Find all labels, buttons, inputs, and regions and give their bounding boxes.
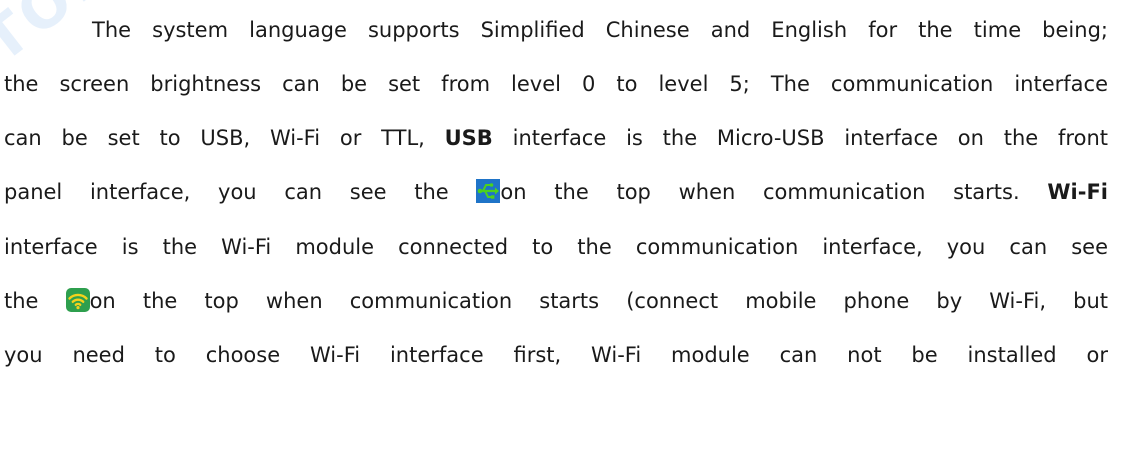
text-line-2: the screen brightness can be set from le… <box>0 64 1131 104</box>
text-line-5: interface is the Wi-Fi module connected … <box>0 227 1131 267</box>
text-line-4-part-a: panel interface, you can see the <box>4 180 477 204</box>
usb-icon <box>476 179 501 203</box>
text-line-4-part-b: on the top when communication starts. <box>500 180 1048 204</box>
text-line-7-content: you need to choose Wi-Fi interface first… <box>4 343 1108 367</box>
wifi-icon <box>65 288 90 312</box>
text-line-1: The system language supports Simplified … <box>0 10 1131 50</box>
text-line-6-part-a: the <box>4 289 66 313</box>
text-line-3-part-a: can be set to USB, Wi-Fi or TTL, <box>4 126 445 150</box>
text-line-6: the on the top when communication starts… <box>0 281 1131 321</box>
text-line-3: can be set to USB, Wi-Fi or TTL, USB int… <box>0 118 1131 158</box>
text-line-7: you need to choose Wi-Fi interface first… <box>0 335 1131 375</box>
text-line-5-content: interface is the Wi-Fi module connected … <box>4 235 1108 259</box>
document-page: TOPDON The system language supports Simp… <box>0 0 1131 455</box>
text-line-3-part-b: interface is the Micro-USB interface on … <box>492 126 1108 150</box>
text-line-6-content: the on the top when communication starts… <box>4 281 1108 321</box>
text-line-3-content: can be set to USB, Wi-Fi or TTL, USB int… <box>4 118 1108 158</box>
text-line-4-content: panel interface, you can see the on the … <box>4 172 1108 212</box>
text-line-4: panel interface, you can see the on the … <box>0 172 1131 212</box>
wifi-bold-term: Wi-Fi <box>1047 180 1108 204</box>
text-line-1-content: The system language supports Simplified … <box>92 18 1108 42</box>
usb-bold-term: USB <box>444 126 493 150</box>
text-line-6-part-b: on the top when communication starts (co… <box>89 289 1109 313</box>
text-line-2-content: the screen brightness can be set from le… <box>4 72 1108 96</box>
